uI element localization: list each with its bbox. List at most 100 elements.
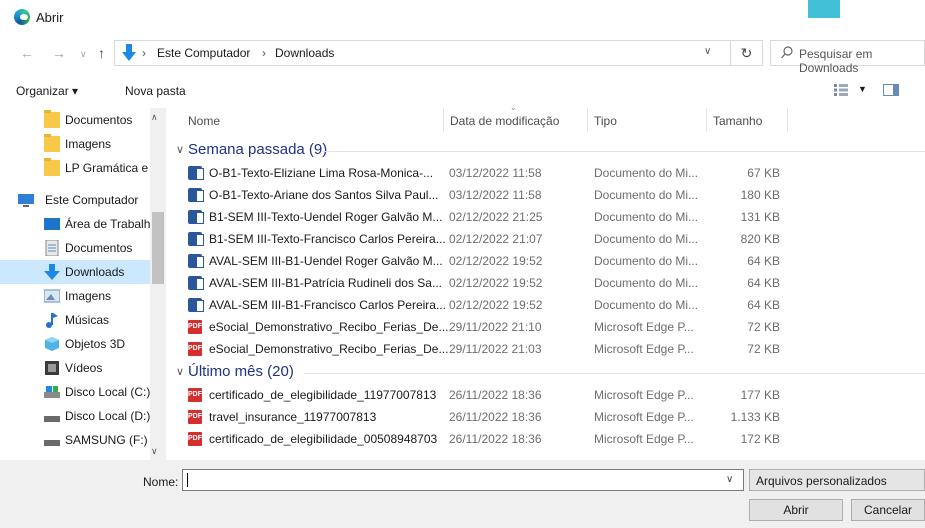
- videos-icon: [45, 361, 59, 375]
- file-row[interactable]: PDF certificado_de_elegibilidade_11977007…: [176, 384, 925, 406]
- pdf-file-icon: PDF: [188, 410, 202, 424]
- sidebar-item-documentos[interactable]: Documentos: [0, 236, 150, 260]
- column-header-name[interactable]: Nome: [188, 114, 220, 128]
- new-folder-button[interactable]: Nova pasta: [125, 84, 186, 98]
- file-size: 1.133 KB: [730, 410, 780, 424]
- file-row[interactable]: AVAL-SEM III-B1-Patrícia Rudineli dos Sa…: [176, 272, 925, 294]
- column-divider[interactable]: [587, 108, 588, 132]
- file-type: Documento do Mi...: [594, 188, 699, 202]
- downloads-icon: [44, 264, 60, 280]
- group-divider: [304, 373, 925, 374]
- sidebar-item-musicas[interactable]: Músicas: [0, 308, 150, 332]
- file-date: 02/12/2022 19:52: [449, 298, 543, 312]
- view-dropdown-icon[interactable]: ▼: [858, 84, 867, 94]
- breadcrumb-separator: ›: [142, 46, 146, 60]
- file-row[interactable]: O-B1-Texto-Eliziane Lima Rosa-Monica-...…: [176, 162, 925, 184]
- file-date: 03/12/2022 11:58: [449, 166, 542, 180]
- column-header-type[interactable]: Tipo: [594, 114, 617, 128]
- file-size: 172 KB: [740, 432, 780, 446]
- file-size: 64 KB: [747, 254, 780, 268]
- organize-button[interactable]: Organizar ▾: [16, 84, 78, 98]
- link-folder-icon: [44, 158, 60, 176]
- filetype-select[interactable]: Arquivos personalizados: [749, 469, 925, 491]
- sidebar-item-imagens[interactable]: Imagens: [0, 284, 150, 308]
- file-size: 180 KB: [740, 188, 780, 202]
- cancel-button[interactable]: Cancelar: [851, 499, 925, 521]
- chevron-down-icon[interactable]: ∨: [726, 474, 733, 485]
- refresh-button[interactable]: ↻: [731, 40, 763, 66]
- desktop-icon: [44, 218, 60, 230]
- column-header-size[interactable]: Tamanho: [713, 114, 762, 128]
- word-file-icon: [188, 210, 204, 224]
- file-size: 820 KB: [740, 232, 780, 246]
- file-row[interactable]: AVAL-SEM III-B1-Uendel Roger Galvão M...…: [176, 250, 925, 272]
- file-row[interactable]: B1-SEM III-Texto-Francisco Carlos Pereir…: [176, 228, 925, 250]
- up-arrow-icon[interactable]: ↑: [98, 45, 105, 61]
- recent-locations-icon[interactable]: ∨: [80, 49, 87, 60]
- file-row[interactable]: AVAL-SEM III-B1-Francisco Carlos Pereira…: [176, 294, 925, 316]
- file-row[interactable]: PDF certificado_de_elegibilidade_00508948…: [176, 428, 925, 450]
- file-size: 177 KB: [740, 388, 780, 402]
- breadcrumb-downloads[interactable]: Downloads: [275, 46, 334, 60]
- column-divider[interactable]: [443, 108, 444, 132]
- sidebar-item-downloads[interactable]: Downloads: [0, 260, 150, 284]
- sidebar-item-disco-c[interactable]: Disco Local (C:): [0, 380, 150, 404]
- file-type: Documento do Mi...: [594, 298, 699, 312]
- group-header-month[interactable]: ∨ Último mês (20): [176, 362, 925, 384]
- scroll-down-icon[interactable]: ∨: [151, 446, 158, 457]
- file-name: travel_insurance_11977007813: [209, 410, 377, 424]
- address-bar[interactable]: › Este Computador › Downloads ∨: [114, 40, 731, 66]
- word-file-icon: [188, 298, 204, 312]
- file-row[interactable]: PDF eSocial_Demonstrativo_Recibo_Ferias_D…: [176, 338, 925, 360]
- file-size: 72 KB: [747, 320, 780, 334]
- view-options-icon[interactable]: [834, 84, 848, 96]
- search-box[interactable]: Pesquisar em Downloads: [770, 40, 925, 75]
- chevron-down-icon[interactable]: ∨: [704, 46, 711, 57]
- back-arrow-icon[interactable]: ←: [20, 45, 34, 61]
- file-row[interactable]: O-B1-Texto-Ariane dos Santos Silva Paul.…: [176, 184, 925, 206]
- file-name: B1-SEM III-Texto-Francisco Carlos Pereir…: [209, 232, 446, 246]
- open-button[interactable]: Abrir: [749, 499, 843, 521]
- folder-icon: [44, 110, 60, 128]
- file-type: Microsoft Edge P...: [594, 388, 694, 402]
- file-name: AVAL-SEM III-B1-Patrícia Rudineli dos Sa…: [209, 276, 442, 290]
- sidebar-item-videos[interactable]: Vídeos: [0, 356, 150, 380]
- group-header-week[interactable]: ∨ Semana passada (9): [176, 140, 925, 162]
- pdf-file-icon: PDF: [188, 388, 202, 402]
- file-name: B1-SEM III-Texto-Uendel Roger Galvão M..…: [209, 210, 443, 224]
- drive-icon: [44, 416, 60, 422]
- filename-input[interactable]: ∨: [182, 469, 744, 491]
- file-row[interactable]: B1-SEM III-Texto-Uendel Roger Galvão M..…: [176, 206, 925, 228]
- pdf-file-icon: PDF: [188, 432, 202, 446]
- pdf-file-icon: PDF: [188, 342, 202, 356]
- column-header-date[interactable]: Data de modificação: [450, 114, 559, 128]
- file-name: AVAL-SEM III-B1-Francisco Carlos Pereira…: [209, 298, 446, 312]
- sidebar-item-samsung[interactable]: SAMSUNG (F:): [0, 428, 150, 452]
- file-size: 131 KB: [740, 210, 780, 224]
- file-date: 02/12/2022 21:07: [449, 232, 543, 246]
- file-row[interactable]: PDF travel_insurance_11977007813 26/11/202…: [176, 406, 925, 428]
- column-divider[interactable]: [787, 108, 788, 132]
- file-type: Documento do Mi...: [594, 232, 699, 246]
- sidebar-item-disco-d[interactable]: Disco Local (D:): [0, 404, 150, 428]
- breadcrumb-este-computador[interactable]: Este Computador: [157, 46, 250, 60]
- file-date: 29/11/2022 21:03: [449, 342, 542, 356]
- column-divider[interactable]: [706, 108, 707, 132]
- sidebar-item-area-de-trabalho[interactable]: Área de Trabalho: [0, 212, 150, 236]
- preview-pane-icon[interactable]: [883, 84, 899, 96]
- sidebar-item-documentos-pinned[interactable]: Documentos: [0, 108, 150, 132]
- file-type: Microsoft Edge P...: [594, 410, 694, 424]
- sidebar-scrollbar[interactable]: [150, 108, 166, 460]
- scroll-up-icon[interactable]: ∧: [151, 112, 158, 123]
- file-row[interactable]: PDF eSocial_Demonstrativo_Recibo_Ferias_D…: [176, 316, 925, 338]
- sidebar-item-objetos-3d[interactable]: Objetos 3D: [0, 332, 150, 356]
- forward-arrow-icon[interactable]: →: [52, 45, 66, 61]
- file-date: 26/11/2022 18:36: [449, 388, 542, 402]
- search-input[interactable]: Pesquisar em Downloads: [799, 47, 924, 75]
- word-file-icon: [188, 166, 204, 180]
- breadcrumb-separator: ›: [262, 46, 266, 60]
- sidebar-item-imagens-pinned[interactable]: Imagens: [0, 132, 150, 156]
- sidebar-scroll-thumb[interactable]: [152, 212, 164, 284]
- sidebar-item-lp-gramatica[interactable]: LP Gramática e L: [0, 156, 150, 180]
- sidebar-item-este-computador[interactable]: Este Computador: [0, 188, 150, 212]
